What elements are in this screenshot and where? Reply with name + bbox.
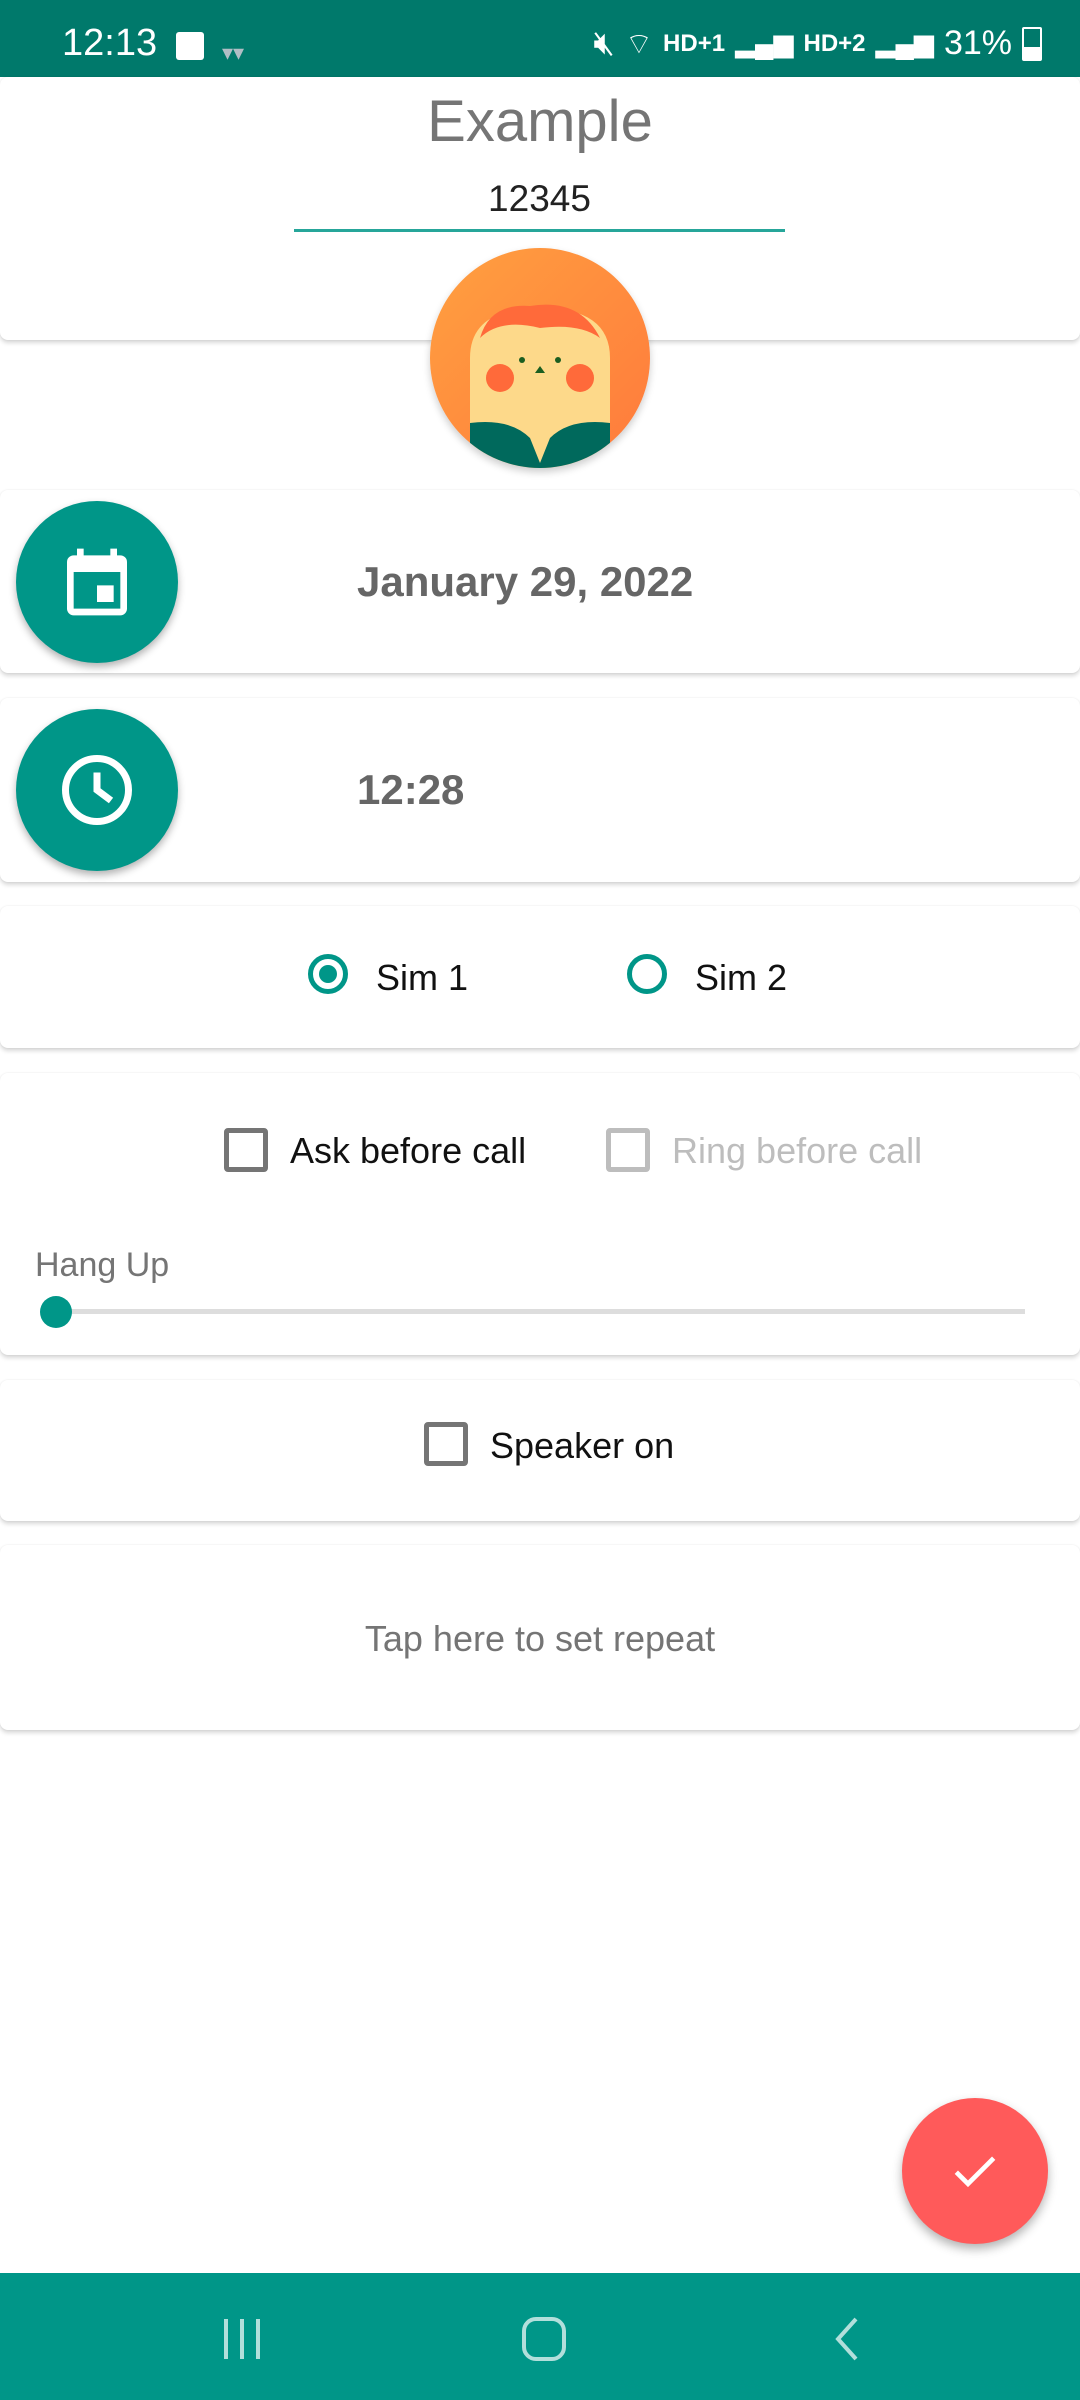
battery-text: 31% <box>943 24 1012 62</box>
battery-icon <box>1022 26 1042 61</box>
signal-icon: ▂▄▆ <box>875 28 934 58</box>
ask-before-call-checkbox[interactable] <box>224 1128 268 1172</box>
sim2-radio[interactable] <box>627 954 667 994</box>
number-input[interactable]: 12345 <box>294 178 785 220</box>
image-icon <box>176 32 204 60</box>
page-title: Example <box>427 89 653 154</box>
back-icon[interactable] <box>828 2315 868 2363</box>
sim1-label[interactable]: Sim 1 <box>376 957 468 999</box>
recents-icon[interactable] <box>220 2317 264 2361</box>
network1: HD+1 <box>663 29 726 57</box>
status-time: 12:13 <box>62 22 158 64</box>
glasses-icon: ▾▾ <box>222 40 245 65</box>
navigation-bar <box>0 2273 1080 2400</box>
wifi-icon: ⌔ <box>624 27 654 61</box>
hangup-slider-thumb[interactable] <box>40 1296 72 1328</box>
ring-before-call-label[interactable]: Ring before call <box>672 1130 922 1172</box>
date-value[interactable]: January 29, 2022 <box>357 558 693 606</box>
signal-icon: ▂▄▆ <box>735 28 794 58</box>
sim-card <box>0 906 1080 1048</box>
clock-icon <box>62 755 132 825</box>
hangup-slider-track[interactable] <box>55 1309 1025 1314</box>
save-fab-button[interactable] <box>902 2098 1048 2244</box>
ask-before-call-label[interactable]: Ask before call <box>290 1130 526 1172</box>
check-icon <box>954 2156 996 2188</box>
repeat-label[interactable]: Tap here to set repeat <box>0 1618 1080 1660</box>
sim2-label[interactable]: Sim 2 <box>695 957 787 999</box>
calendar-icon <box>67 548 127 616</box>
time-value[interactable]: 12:28 <box>357 766 464 814</box>
sim1-radio[interactable] <box>308 954 348 994</box>
network2: HD+2 <box>803 29 866 57</box>
ring-before-call-checkbox[interactable] <box>606 1128 650 1172</box>
mute-icon: 🔇︎ <box>593 24 615 62</box>
home-icon[interactable] <box>520 2315 568 2363</box>
speaker-checkbox[interactable] <box>424 1422 468 1466</box>
time-picker-button[interactable] <box>16 709 178 871</box>
speaker-label[interactable]: Speaker on <box>490 1425 674 1467</box>
avatar[interactable] <box>430 248 650 468</box>
hangup-label: Hang Up <box>35 1246 170 1284</box>
status-bar: 12:13 ▾▾ 🔇︎ ⌔ HD+1 ▂▄▆ HD+2 ▂▄▆ 31% <box>0 0 1080 77</box>
date-picker-button[interactable] <box>16 501 178 663</box>
input-underline <box>294 229 785 232</box>
